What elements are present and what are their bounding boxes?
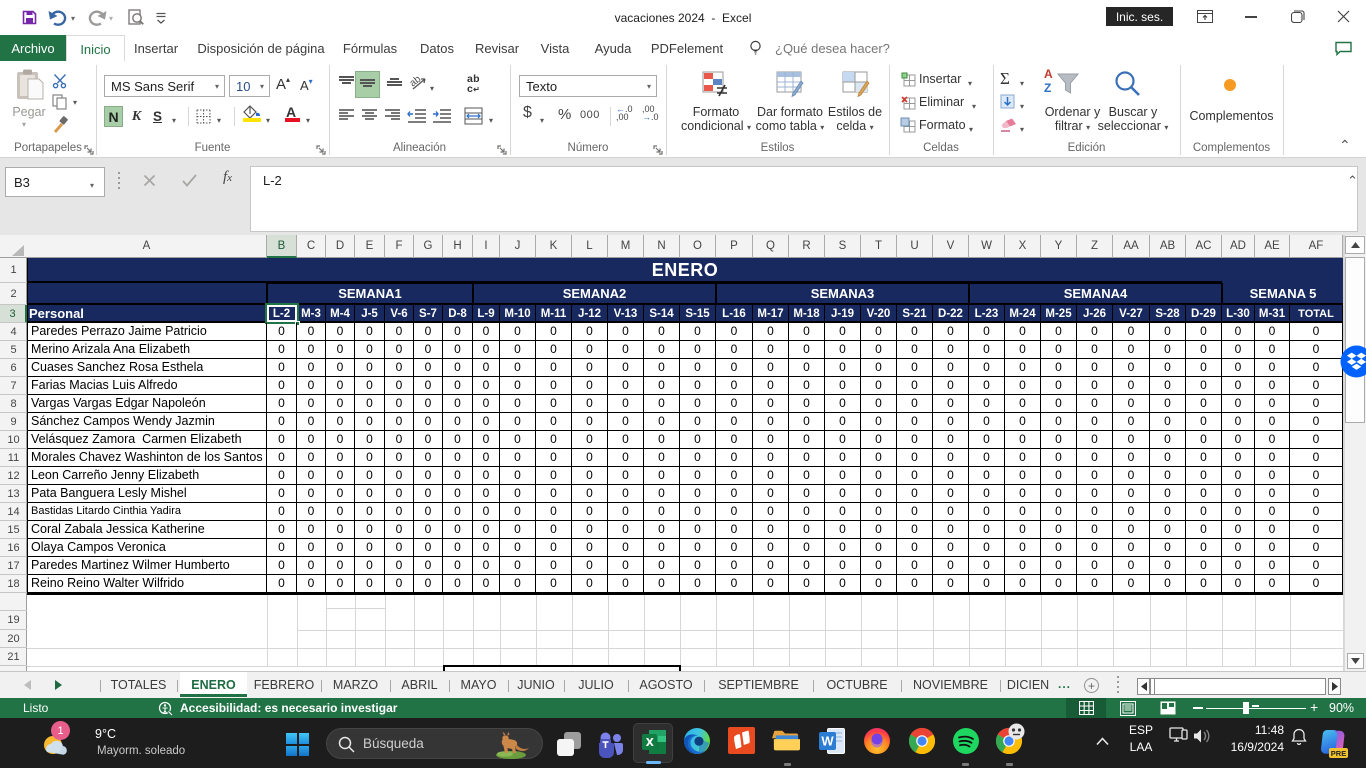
svg-text:W: W bbox=[821, 734, 834, 749]
